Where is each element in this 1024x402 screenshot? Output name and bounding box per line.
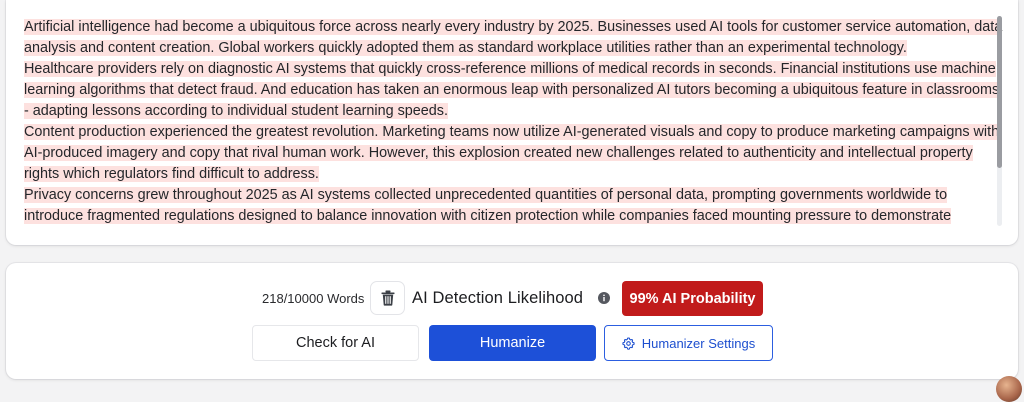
info-icon[interactable]: [598, 292, 610, 304]
detection-toolbar: 218/10000 Words AI Detection Likelihood …: [6, 263, 1018, 379]
trash-icon: [381, 290, 394, 306]
word-count: 218/10000 Words: [262, 291, 365, 306]
clear-text-button[interactable]: [370, 281, 405, 315]
gear-icon: [622, 336, 635, 350]
check-for-ai-button[interactable]: Check for AI: [252, 325, 419, 361]
settings-label: Humanizer Settings: [641, 335, 756, 351]
ai-highlight: Artificial intelligence had become a ubi…: [24, 19, 1003, 56]
text-editor-panel: Artificial intelligence had become a ubi…: [6, 0, 1018, 245]
paragraph: Content production experienced the great…: [24, 122, 1004, 185]
editor-scrollbar[interactable]: [997, 16, 1002, 226]
avatar[interactable]: [996, 376, 1022, 402]
ai-highlight: Content production experienced the great…: [24, 124, 1000, 182]
paragraph: Healthcare providers rely on diagnostic …: [24, 59, 1004, 122]
ai-probability-badge: 99% AI Probability: [622, 281, 763, 316]
paragraph: Privacy concerns grew throughout 2025 as…: [24, 185, 1004, 227]
ai-highlight: Privacy concerns grew throughout 2025 as…: [24, 187, 952, 224]
paragraph: Artificial intelligence had become a ubi…: [24, 17, 1004, 59]
ai-highlight: Healthcare providers rely on diagnostic …: [24, 61, 1000, 119]
humanizer-settings-button[interactable]: Humanizer Settings: [604, 325, 773, 361]
text-editor[interactable]: Artificial intelligence had become a ubi…: [24, 17, 1004, 229]
scrollbar-thumb[interactable]: [997, 16, 1002, 168]
humanize-button[interactable]: Humanize: [429, 325, 596, 361]
detection-title: AI Detection Likelihood: [412, 289, 584, 307]
